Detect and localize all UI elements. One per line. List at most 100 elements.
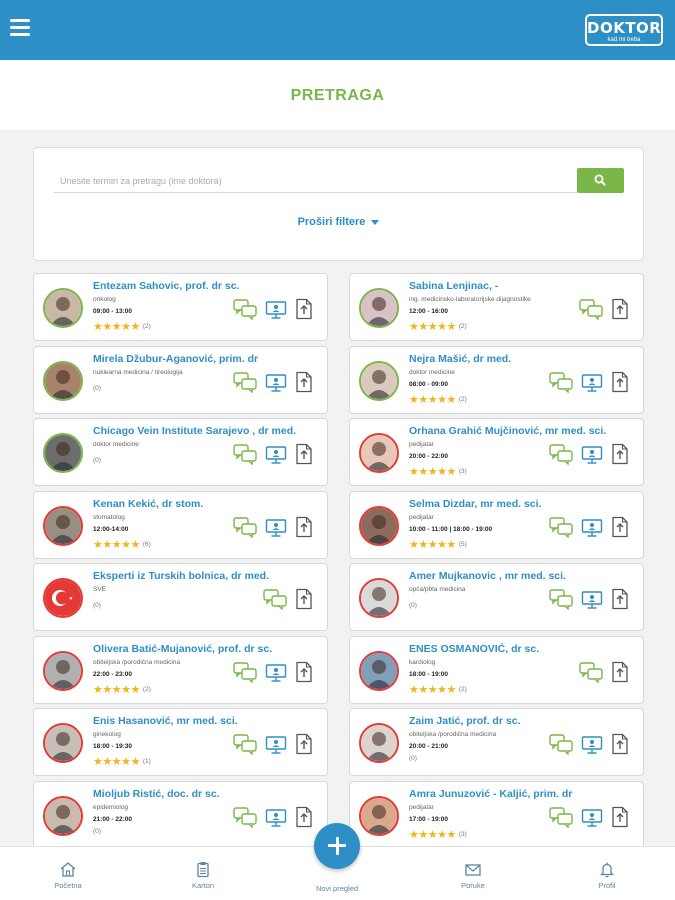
video-consult-icon[interactable]	[581, 806, 603, 828]
rating-stars-icon: ★★★★★	[93, 756, 140, 768]
avatar	[43, 433, 83, 473]
rating-count: (0)	[93, 602, 101, 609]
chat-icon[interactable]	[549, 806, 573, 828]
new-exam-button[interactable]	[314, 823, 360, 869]
doctor-card[interactable]: Eksperti iz Turskih bolnica, dr med. SVE (…	[33, 563, 328, 631]
rating-stars-icon: ★★★★★	[93, 538, 140, 551]
document-icon[interactable]	[295, 298, 313, 320]
chat-icon[interactable]	[549, 733, 573, 755]
title-area: PRETRAGA	[0, 60, 675, 130]
doctor-card[interactable]: Kenan Kekić, dr stom. stomatolog 12:00-14:…	[33, 490, 328, 559]
doctor-card[interactable]: Enis Hasanović, mr med. sci. ginekolog 18:…	[33, 708, 328, 776]
rating-stars-icon: ★★★★★	[93, 321, 140, 333]
rating-count: (2)	[142, 323, 151, 330]
document-icon[interactable]	[611, 588, 629, 610]
document-icon[interactable]	[295, 806, 313, 828]
nav-profile[interactable]: Profil	[572, 847, 642, 890]
document-icon[interactable]	[295, 371, 313, 393]
user-photo-icon	[361, 797, 397, 834]
video-consult-icon[interactable]	[265, 298, 287, 320]
document-icon[interactable]	[611, 733, 629, 755]
doctor-card[interactable]: ENES OSMANOVIĆ, dr sc. kardiolog 18:00 - 1…	[349, 635, 644, 704]
doctor-card[interactable]: Amer Mujkanovic , mr med. sci. opća/pbta …	[349, 563, 644, 631]
doctor-rating: ★★★★★ (2)	[409, 683, 467, 696]
doctor-name: Amra Junuzović - Kaljić, prim. dr	[409, 787, 573, 800]
nav-karton[interactable]: Karton	[168, 847, 238, 890]
avatar	[359, 795, 399, 836]
avatar	[43, 650, 83, 691]
search-input[interactable]	[54, 169, 577, 193]
rating-stars-icon: ★★★★★	[409, 321, 456, 333]
document-icon[interactable]	[611, 298, 629, 320]
nav-messages[interactable]: Poruke	[438, 847, 508, 890]
document-icon[interactable]	[295, 588, 313, 610]
document-icon[interactable]	[295, 516, 313, 538]
chat-icon[interactable]	[263, 588, 287, 610]
video-consult-icon[interactable]	[581, 371, 603, 393]
document-icon[interactable]	[611, 806, 629, 828]
doctor-card[interactable]: Sabina Lenjinac, - ing. medicinsko-labora…	[349, 273, 644, 341]
doctor-card[interactable]: Olivera Batić-Mujanović, prof. dr sc. obi…	[33, 635, 328, 704]
avatar	[359, 433, 399, 473]
nav-home[interactable]: Početna	[33, 847, 103, 890]
search-icon	[594, 174, 606, 186]
document-icon[interactable]	[295, 443, 313, 465]
logo-text: DOKTOR	[587, 19, 662, 37]
chat-icon[interactable]	[233, 733, 257, 755]
video-consult-icon[interactable]	[581, 516, 603, 538]
chat-icon[interactable]	[549, 371, 573, 393]
doctor-card[interactable]: Orhana Grahić Mujčinović, mr med. sci. pe…	[349, 418, 644, 486]
chat-icon[interactable]	[233, 298, 257, 320]
video-consult-icon[interactable]	[581, 443, 603, 465]
doctor-card[interactable]: Amra Junuzović - Kaljić, prim. dr pedijat…	[349, 780, 644, 849]
rating-count: (2)	[142, 685, 151, 693]
chat-icon[interactable]	[549, 588, 573, 610]
doctor-card[interactable]: Chicago Vein Institute Sarajevo , dr med…	[33, 418, 328, 486]
video-consult-icon[interactable]	[581, 733, 603, 755]
user-photo-icon	[45, 725, 81, 761]
document-icon[interactable]	[611, 371, 629, 393]
doctor-hours: 08:00 - 09:00	[409, 380, 449, 388]
rating-stars-icon: ★★★★★	[409, 466, 456, 478]
video-consult-icon[interactable]	[265, 806, 287, 828]
video-consult-icon[interactable]	[265, 733, 287, 755]
document-icon[interactable]	[611, 516, 629, 538]
video-consult-icon[interactable]	[581, 588, 603, 610]
doctor-rating: ★★★★★ (3)	[409, 465, 467, 478]
chat-icon[interactable]	[233, 443, 257, 465]
document-icon[interactable]	[611, 443, 629, 465]
expand-filters-toggle[interactable]: Proširi filtere	[34, 216, 643, 228]
chat-icon[interactable]	[233, 806, 257, 828]
doctor-card[interactable]: Mioljub Ristić, doc. dr sc. epidemiolog 21…	[33, 780, 328, 849]
doctor-card[interactable]: Zaim Jatić, prof. dr sc. obiteljska /poro…	[349, 708, 644, 776]
avatar	[43, 795, 83, 836]
chat-icon[interactable]	[549, 516, 573, 538]
chat-icon[interactable]	[549, 443, 573, 465]
chat-icon[interactable]	[233, 516, 257, 538]
doctor-card[interactable]: Entezam Sahovic, prof. dr sc. onkolog 09:0…	[33, 273, 328, 341]
caret-down-icon	[371, 219, 380, 225]
chat-icon[interactable]	[579, 298, 603, 320]
rating-count: (0)	[93, 457, 101, 464]
video-consult-icon[interactable]	[265, 661, 287, 683]
doctor-name: Kenan Kekić, dr stom.	[93, 497, 204, 510]
video-consult-icon[interactable]	[265, 443, 287, 465]
chat-icon[interactable]	[579, 661, 603, 683]
video-consult-icon[interactable]	[265, 516, 287, 538]
doctor-card[interactable]: Selma Dizdar, mr med. sci. pedijatar 10:00…	[349, 490, 644, 559]
doctor-actions	[225, 661, 313, 685]
document-icon[interactable]	[295, 733, 313, 755]
doctor-name: Eksperti iz Turskih bolnica, dr med.	[93, 570, 270, 582]
chat-icon[interactable]	[233, 371, 257, 393]
doctor-card[interactable]: Mirela Džubur-Aganović, prim. dr nuklearn…	[33, 345, 328, 414]
chat-icon[interactable]	[233, 661, 257, 683]
avatar	[359, 505, 399, 546]
doctor-specialty: pedijatar	[409, 441, 434, 448]
document-icon[interactable]	[611, 661, 629, 683]
menu-icon[interactable]	[10, 19, 30, 37]
video-consult-icon[interactable]	[265, 371, 287, 393]
doctor-card[interactable]: Nejra Mašić, dr med. doktor medicine 08:00…	[349, 345, 644, 414]
search-button[interactable]	[577, 168, 624, 193]
document-icon[interactable]	[295, 661, 313, 683]
doctor-hours: 18:00 - 19:00	[409, 670, 449, 678]
